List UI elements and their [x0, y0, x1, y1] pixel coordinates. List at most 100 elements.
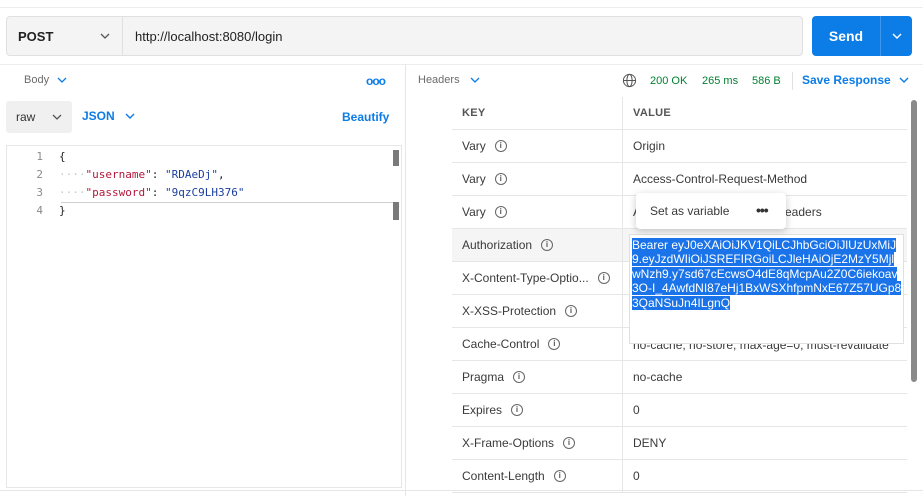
- chevron-down-icon: [57, 77, 67, 83]
- header-key-cell: Cache-Control i: [452, 328, 623, 360]
- header-value-partial: eaders: [785, 205, 822, 219]
- header-key: Vary: [462, 172, 486, 186]
- info-icon[interactable]: i: [553, 470, 566, 482]
- body-tab-label: Body: [24, 74, 50, 86]
- table-row: X-Frame-Options i DENY: [452, 427, 907, 460]
- header-key: Vary: [462, 139, 486, 153]
- header-value[interactable]: Origin: [623, 130, 907, 162]
- info-icon[interactable]: i: [565, 305, 578, 317]
- body-editor[interactable]: 1 2 3 4 { ····"username": "RDAeDj", ····…: [6, 145, 402, 488]
- code-line: }: [59, 204, 66, 217]
- header-key: Pragma: [462, 370, 505, 384]
- beautify-button[interactable]: Beautify: [342, 110, 389, 124]
- json-value: "RDAeDj": [164, 168, 218, 181]
- info-icon[interactable]: i: [541, 239, 554, 251]
- top-divider: [0, 7, 923, 8]
- info-icon[interactable]: i: [548, 338, 561, 350]
- info-icon[interactable]: i: [511, 404, 524, 416]
- editor-cursor-marker: [393, 202, 399, 220]
- send-button[interactable]: Send: [812, 28, 880, 44]
- header-value[interactable]: DENY: [623, 427, 907, 459]
- info-icon[interactable]: i: [597, 272, 610, 284]
- line-number: 2: [36, 168, 43, 181]
- chevron-down-icon: [100, 33, 110, 39]
- info-icon[interactable]: i: [563, 437, 576, 449]
- chevron-down-icon: [52, 114, 62, 120]
- header-key-cell: Expires i: [452, 394, 623, 426]
- selection-popup: Set as variable •••: [636, 193, 786, 229]
- table-row: Vary i Origin: [452, 130, 907, 163]
- json-key: "username": [85, 168, 152, 181]
- header-key-cell: Authorization i: [452, 229, 623, 261]
- send-options-button[interactable]: [881, 33, 912, 39]
- line-gutter: 1 2 3 4: [7, 146, 49, 487]
- url-input[interactable]: http://localhost:8080/login: [123, 29, 282, 44]
- info-icon[interactable]: i: [494, 140, 507, 152]
- more-options-icon[interactable]: •••: [756, 202, 769, 218]
- header-value[interactable]: no-cache: [623, 361, 907, 393]
- header-key-cell: X-XSS-Protection i: [452, 295, 623, 327]
- header-key: Expires: [462, 403, 503, 417]
- bottom-divider: [0, 490, 923, 491]
- header-value[interactable]: 0: [623, 460, 907, 492]
- column-header-value: VALUE: [633, 107, 671, 119]
- header-key: X-Content-Type-Optio...: [462, 271, 589, 285]
- table-row: Expires i 0: [452, 394, 907, 427]
- code-line: {: [59, 150, 66, 163]
- header-key: X-XSS-Protection: [462, 304, 557, 318]
- code-line: ····"username": "RDAeDj",: [59, 168, 225, 181]
- header-key-cell: Vary i: [452, 196, 623, 228]
- header-key: Cache-Control: [462, 337, 540, 351]
- table-header-row: KEY VALUE: [452, 97, 907, 130]
- chevron-down-icon: [892, 33, 901, 39]
- divider: [792, 72, 793, 90]
- header-value[interactable]: 0: [623, 394, 907, 426]
- chevron-down-icon: [470, 77, 480, 83]
- body-toolbar: Body ooo: [0, 68, 405, 94]
- response-time[interactable]: 265 ms: [702, 75, 738, 87]
- save-response-button[interactable]: Save Response: [802, 73, 909, 87]
- column-header-key: KEY: [452, 97, 623, 129]
- header-key-cell: Vary i: [452, 130, 623, 162]
- set-as-variable-button[interactable]: Set as variable: [636, 204, 729, 218]
- pane-divider[interactable]: [405, 64, 406, 496]
- section-divider: [0, 64, 923, 65]
- more-options-icon[interactable]: ooo: [366, 74, 386, 88]
- response-headers-tab[interactable]: Headers: [418, 74, 480, 86]
- header-value[interactable]: Access-Control-Request-Method: [623, 163, 907, 195]
- body-mode-select[interactable]: raw: [6, 101, 72, 133]
- authorization-value-selected[interactable]: Bearer eyJ0eXAiOiJKV1QiLCJhbGciOiJlUzUxM…: [632, 238, 902, 310]
- editor-scrollbar[interactable]: [393, 150, 399, 166]
- body-tab[interactable]: Body: [24, 74, 67, 86]
- chevron-down-icon: [125, 113, 135, 119]
- chevron-down-icon: [899, 77, 909, 83]
- json-key: "password": [85, 186, 152, 199]
- header-key-cell: X-Content-Type-Optio... i: [452, 262, 623, 294]
- body-language-label: JSON: [82, 109, 115, 123]
- globe-icon[interactable]: [622, 73, 637, 88]
- body-mode-label: raw: [16, 110, 36, 124]
- body-language-select[interactable]: JSON: [82, 109, 135, 123]
- header-key: Content-Length: [462, 469, 545, 483]
- table-row: Vary i Access-Control-Request-Method: [452, 163, 907, 196]
- line-number: 3: [36, 186, 43, 199]
- response-status[interactable]: 200 OK: [650, 75, 687, 87]
- line-number: 1: [36, 150, 43, 163]
- headers-tab-label: Headers: [418, 74, 460, 86]
- table-row: Content-Length i 0: [452, 460, 907, 493]
- response-size[interactable]: 586 B: [752, 75, 781, 87]
- url-bar: POST http://localhost:8080/login: [6, 16, 803, 56]
- header-key: X-Frame-Options: [462, 436, 555, 450]
- method-select[interactable]: POST: [7, 17, 123, 55]
- json-value: "9qzC9LH376": [164, 186, 245, 199]
- header-key-cell: Pragma i: [452, 361, 623, 393]
- header-key-cell: Vary i: [452, 163, 623, 195]
- header-key-cell: X-Frame-Options i: [452, 427, 623, 459]
- header-key-cell: Content-Length i: [452, 460, 623, 492]
- info-icon[interactable]: i: [494, 206, 507, 218]
- header-key: Vary: [462, 205, 486, 219]
- headers-scrollbar[interactable]: [911, 100, 917, 382]
- line-number: 4: [36, 204, 43, 217]
- info-icon[interactable]: i: [513, 371, 526, 383]
- info-icon[interactable]: i: [494, 173, 507, 185]
